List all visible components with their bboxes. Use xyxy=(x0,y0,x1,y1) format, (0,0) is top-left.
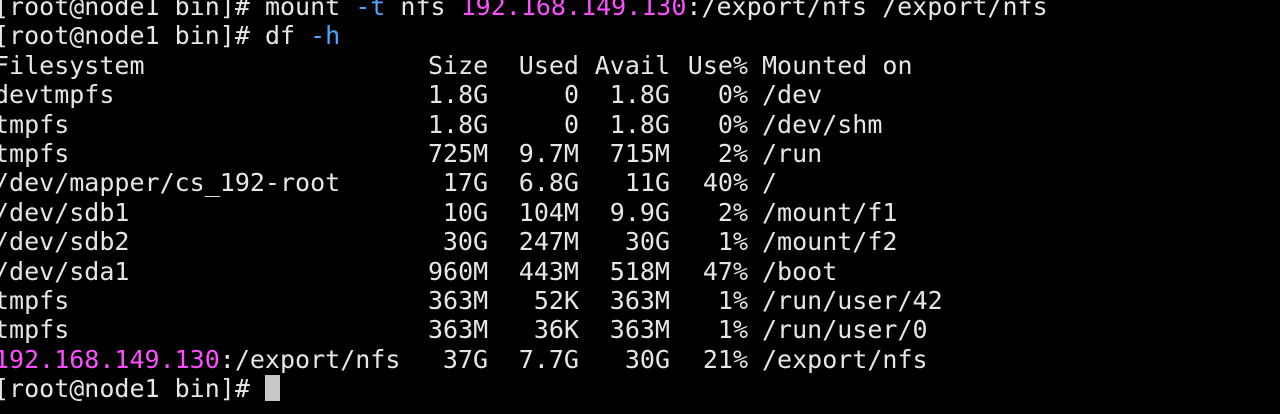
cell-use-percent: 0% xyxy=(717,109,748,139)
cell-used: 6.8G xyxy=(518,168,579,198)
cell-size: 363M xyxy=(428,315,489,345)
df-row: tmpfs 363M 36K 363M 1% /run/user/0 xyxy=(0,315,1274,344)
cell-size: 10G xyxy=(442,197,488,227)
header-size: Size xyxy=(428,50,489,80)
cell-avail: 715M xyxy=(609,138,670,168)
cell-avail: 363M xyxy=(609,315,670,345)
df-row: tmpfs 725M 9.7M 715M 2% /run xyxy=(0,139,1274,168)
command-text: mount xyxy=(264,0,356,21)
cell-size: 1.8G xyxy=(428,109,489,139)
cell-size: 30G xyxy=(442,227,488,257)
cell-filesystem: tmpfs xyxy=(0,285,70,315)
command-flag: -h xyxy=(310,21,341,51)
cell-avail: 9.9G xyxy=(609,197,670,227)
cell-size: 960M xyxy=(428,256,489,286)
cell-avail: 363M xyxy=(609,285,670,315)
cell-mounted-on: / xyxy=(762,168,778,198)
cell-size: 37G xyxy=(442,344,488,374)
cell-used: 104M xyxy=(518,197,579,227)
cell-use-percent: 1% xyxy=(717,227,748,257)
current-prompt-line[interactable]: [root@node1 bin]# xyxy=(0,374,1274,403)
df-row-nfs: 192.168.149.130:/export/nfs 37G 7.7G 30G 21%… xyxy=(0,345,1274,374)
terminal-window[interactable]: [root@node1 bin]# mount -t nfs 192.168.1… xyxy=(0,0,1280,414)
cell-used: 0 xyxy=(563,109,579,139)
cell-filesystem: /dev/sdb1 xyxy=(0,197,130,227)
cell-avail: 1.8G xyxy=(609,109,670,139)
cell-use-percent: 1% xyxy=(717,285,748,315)
df-row: /dev/sdb2 30G 247M 30G 1% /mount/f2 xyxy=(0,227,1274,256)
cell-mounted-on: /dev xyxy=(762,80,823,110)
cell-avail: 1.8G xyxy=(609,80,670,110)
cell-use-percent: 2% xyxy=(717,138,748,168)
cell-use-percent: 40% xyxy=(702,168,748,198)
df-row: tmpfs 363M 52K 363M 1% /run/user/42 xyxy=(0,286,1274,315)
cell-use-percent: 1% xyxy=(717,315,748,345)
df-row: /dev/sda1 960M 443M 518M 47% /boot xyxy=(0,257,1274,286)
cell-use-percent: 2% xyxy=(717,197,748,227)
cell-mounted-on: /mount/f2 xyxy=(762,227,898,257)
command-text: df xyxy=(264,21,311,51)
cell-used: 36K xyxy=(533,315,579,345)
cell-size: 1.8G xyxy=(428,80,489,110)
cell-size: 363M xyxy=(428,285,489,315)
cell-used: 52K xyxy=(533,285,579,315)
mount-command-line: [root@node1 bin]# mount -t nfs 192.168.1… xyxy=(0,0,1274,21)
cell-use-percent: 0% xyxy=(717,80,748,110)
cell-avail: 11G xyxy=(624,168,670,198)
text-cursor[interactable] xyxy=(264,375,280,402)
cell-used: 7.7G xyxy=(518,344,579,374)
cell-used: 0 xyxy=(563,80,579,110)
command-flag: -t xyxy=(355,0,386,21)
cell-filesystem: /dev/sda1 xyxy=(0,256,130,286)
nfs-path: :/export/nfs xyxy=(219,344,401,374)
cell-mounted-on: /run/user/42 xyxy=(762,285,943,315)
cell-filesystem: tmpfs xyxy=(0,315,70,345)
shell-prompt: [root@node1 bin]# xyxy=(0,0,265,21)
cell-use-percent: 47% xyxy=(702,256,748,286)
header-mounted-on: Mounted on xyxy=(762,50,913,80)
command-text: :/export/nfs /export/nfs xyxy=(686,0,1048,21)
df-row: tmpfs 1.8G 0 1.8G 0% /dev/shm xyxy=(0,110,1274,139)
cell-avail: 30G xyxy=(624,227,670,257)
cell-use-percent: 21% xyxy=(702,344,748,374)
df-header-row: Filesystem Size Used Avail Use% Mounted on xyxy=(0,51,1274,80)
cell-filesystem: tmpfs xyxy=(0,109,70,139)
cell-filesystem: /dev/sdb2 xyxy=(0,227,130,257)
shell-prompt: [root@node1 bin]# xyxy=(0,374,265,404)
df-row: devtmpfs 1.8G 0 1.8G 0% /dev xyxy=(0,80,1274,109)
ip-address: 192.168.149.130 xyxy=(460,0,687,21)
cell-mounted-on: /run xyxy=(762,138,823,168)
ip-address: 192.168.149.130 xyxy=(0,344,220,374)
cell-used: 9.7M xyxy=(518,138,579,168)
cell-mounted-on: /mount/f1 xyxy=(762,197,898,227)
cell-filesystem: tmpfs xyxy=(0,138,70,168)
cell-avail: 518M xyxy=(609,256,670,286)
cell-mounted-on: /dev/shm xyxy=(762,109,883,139)
df-row: /dev/sdb1 10G 104M 9.9G 2% /mount/f1 xyxy=(0,198,1274,227)
cell-mounted-on: /run/user/0 xyxy=(762,315,928,345)
cell-filesystem: 192.168.149.130:/export/nfs xyxy=(0,345,428,374)
header-filesystem: Filesystem xyxy=(0,50,145,80)
cell-size: 17G xyxy=(442,168,488,198)
shell-prompt: [root@node1 bin]# xyxy=(0,21,265,51)
header-avail: Avail xyxy=(594,50,670,80)
df-row: /dev/mapper/cs_192-root 17G 6.8G 11G 40% / xyxy=(0,168,1274,197)
cell-used: 443M xyxy=(518,256,579,286)
cell-filesystem: devtmpfs xyxy=(0,80,115,110)
cell-size: 725M xyxy=(428,138,489,168)
cell-mounted-on: /boot xyxy=(762,256,838,286)
cell-used: 247M xyxy=(518,227,579,257)
cell-avail: 30G xyxy=(624,344,670,374)
df-command-line: [root@node1 bin]# df -h xyxy=(0,21,1274,50)
cell-filesystem: /dev/mapper/cs_192-root xyxy=(0,168,341,198)
command-text: nfs xyxy=(385,0,461,21)
header-used: Used xyxy=(518,50,579,80)
header-use-percent: Use% xyxy=(687,50,748,80)
cell-mounted-on: /export/nfs xyxy=(762,344,928,374)
